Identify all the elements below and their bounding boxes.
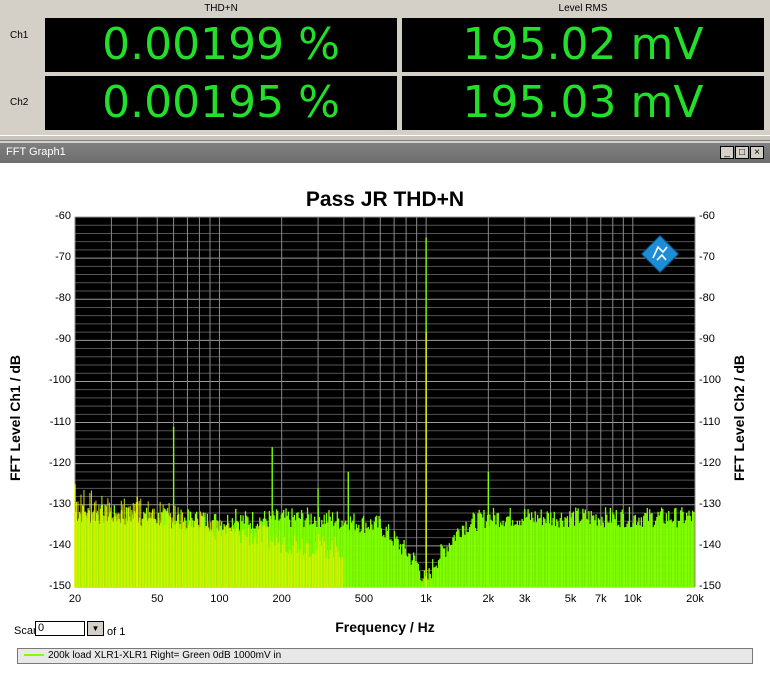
y-tick-label-left: -80 bbox=[55, 292, 71, 305]
y-tick-label-left: -90 bbox=[55, 333, 71, 346]
scan-of-label: of 1 bbox=[107, 626, 126, 638]
window-title-bar[interactable]: FFT Graph1 _ □ × bbox=[0, 143, 770, 163]
fft-plot bbox=[74, 216, 696, 588]
chevron-down-icon[interactable]: ▼ bbox=[87, 621, 104, 636]
x-tick-label: 200 bbox=[272, 593, 291, 605]
fft-graph-panel: Pass JR THD+N FFT Level Ch1 / dB FFT Lev… bbox=[0, 163, 770, 681]
y-tick-label-right: -110 bbox=[699, 415, 721, 428]
ch1-thd-display: 0.00199 % bbox=[45, 18, 397, 72]
ch1-level-display: 195.02 mV bbox=[402, 18, 764, 72]
ch2-row-label: Ch2 bbox=[10, 97, 29, 108]
legend-swatch bbox=[24, 654, 44, 657]
ch1-row-label: Ch1 bbox=[10, 30, 29, 41]
maximize-button[interactable]: □ bbox=[735, 146, 749, 159]
x-tick-label: 500 bbox=[354, 593, 374, 605]
y-tick-label-right: -130 bbox=[699, 497, 722, 510]
trace-legend[interactable]: 200k load XLR1-XLR1 Right= Green 0dB 100… bbox=[17, 648, 753, 664]
close-button[interactable]: × bbox=[750, 146, 764, 159]
y-tick-label-left: -140 bbox=[48, 538, 71, 551]
scan-value[interactable]: 0 bbox=[35, 621, 85, 636]
y-tick-label-left: -130 bbox=[48, 497, 71, 510]
thd-column-header: THD+N bbox=[204, 3, 238, 14]
y-tick-label-right: -100 bbox=[699, 374, 722, 387]
y-tick-label-left: -100 bbox=[48, 374, 71, 387]
y-tick-label-right: -60 bbox=[699, 210, 715, 222]
y-tick-label-right: -80 bbox=[699, 292, 715, 305]
scan-select[interactable]: 0 ▼ bbox=[35, 621, 105, 636]
y-tick-label-left: -60 bbox=[55, 210, 71, 222]
minimize-button[interactable]: _ bbox=[720, 146, 734, 159]
y-tick-label-right: -120 bbox=[699, 456, 722, 469]
x-tick-label: 100 bbox=[210, 593, 229, 605]
legend-text: 200k load XLR1-XLR1 Right= Green 0dB 100… bbox=[48, 650, 282, 661]
level-column-header: Level RMS bbox=[558, 3, 608, 14]
window-title: FFT Graph1 bbox=[6, 146, 66, 158]
meter-panel: THD+N Level RMS Ch1 Ch2 0.00199 % 195.02… bbox=[0, 0, 770, 135]
y-tick-label-right: -150 bbox=[699, 580, 722, 592]
y-tick-label-right: -90 bbox=[699, 333, 715, 346]
y-tick-label-left: -120 bbox=[48, 456, 71, 469]
x-tick-label: 2k bbox=[482, 593, 495, 605]
x-tick-label: 3k bbox=[518, 593, 531, 605]
ch2-level-display: 195.03 mV bbox=[402, 76, 764, 130]
x-tick-label: 20 bbox=[68, 593, 82, 605]
y-tick-label-left: -150 bbox=[48, 580, 71, 592]
y-tick-label-right: -70 bbox=[699, 251, 715, 264]
y-tick-label-left: -70 bbox=[55, 251, 71, 264]
splitter[interactable] bbox=[0, 135, 770, 141]
y-tick-label-left: -110 bbox=[49, 415, 71, 428]
x-tick-label: 10k bbox=[623, 593, 642, 605]
ch2-thd-display: 0.00195 % bbox=[45, 76, 397, 130]
x-tick-label: 20k bbox=[686, 593, 704, 605]
x-tick-label: 50 bbox=[151, 593, 164, 605]
y-tick-label-right: -140 bbox=[699, 538, 722, 551]
x-tick-label: 1k bbox=[420, 593, 432, 605]
